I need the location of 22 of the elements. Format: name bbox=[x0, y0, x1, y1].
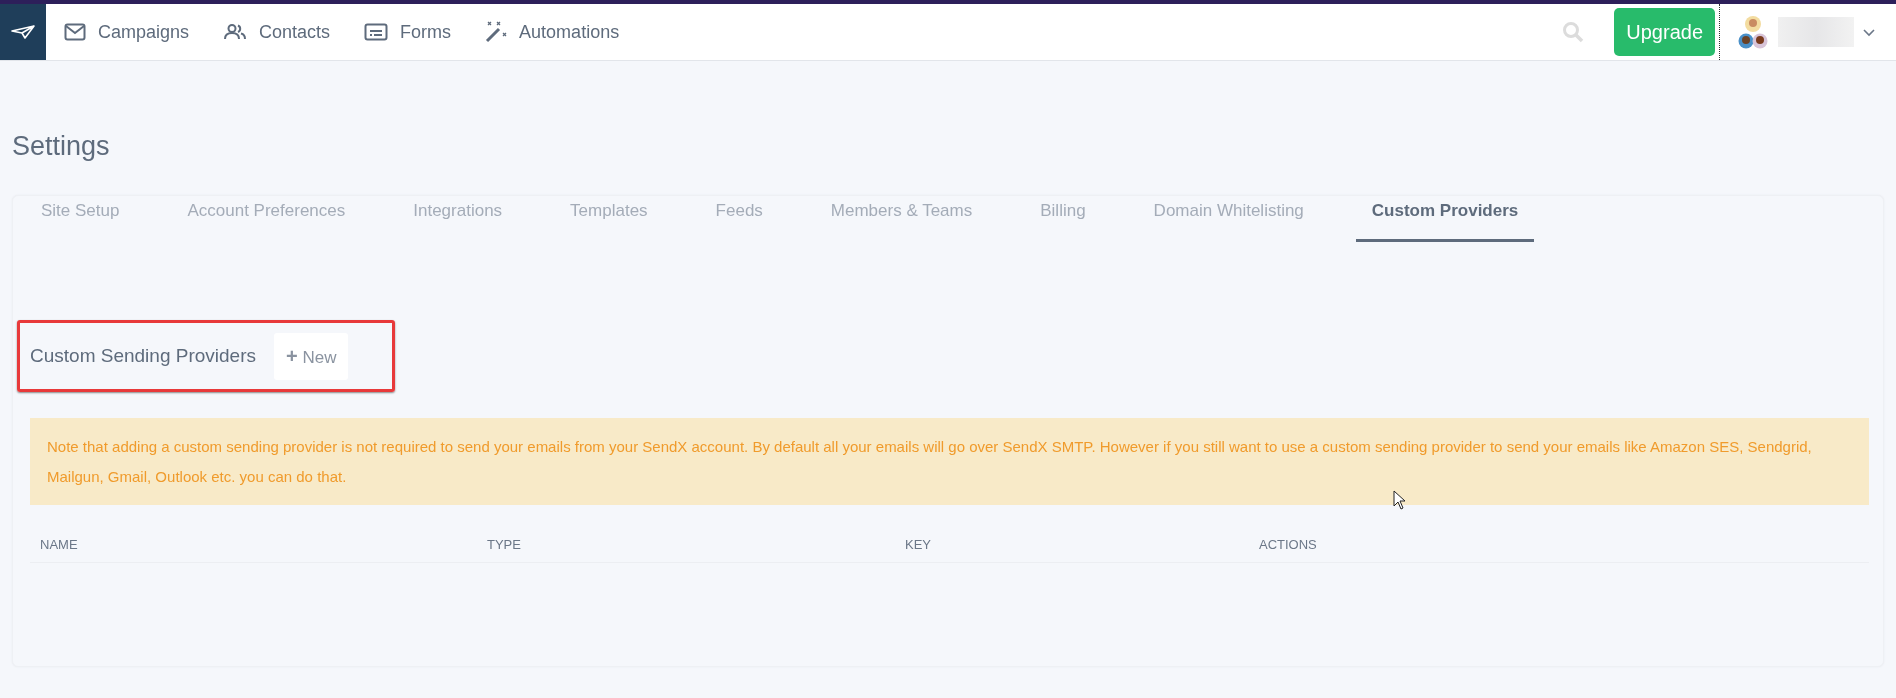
column-header: KEY bbox=[905, 537, 932, 552]
column-header: ACTIONS bbox=[1259, 537, 1318, 552]
nav-link[interactable]: Automations bbox=[485, 21, 620, 43]
section-title: Custom Sending Providers bbox=[30, 345, 256, 367]
upgrade-button[interactable]: Upgrade bbox=[1614, 8, 1715, 56]
nav-link[interactable]: Forms bbox=[364, 21, 452, 43]
settings-tab[interactable]: Integrations bbox=[413, 196, 503, 242]
new-button[interactable]: + New bbox=[274, 332, 349, 380]
settings-tab[interactable]: Custom Providers bbox=[1355, 196, 1535, 242]
info-note: Note that adding a custom sending provider is not required to send your emails from your SendX account. By default all your emails will go over SendX SMTP. However if you still want to use a custom sending provider to send your emails like Amazon SES, Sendgrid, Mailgun, Gmail, Outlook etc. you can do that. bbox=[30, 418, 1869, 505]
settings-tab[interactable]: Members & Teams bbox=[830, 196, 973, 242]
page-title: Settings bbox=[12, 130, 111, 163]
settings-tab[interactable]: Templates bbox=[570, 196, 648, 242]
settings-tab[interactable]: Billing bbox=[1040, 196, 1086, 242]
column-header: TYPE bbox=[487, 537, 522, 552]
settings-tab[interactable]: Feeds bbox=[715, 196, 763, 242]
settings-tab[interactable]: Site Setup bbox=[41, 196, 120, 242]
settings-tab[interactable]: Account Preferences bbox=[187, 196, 346, 242]
column-header: NAME bbox=[40, 537, 79, 552]
nav-link[interactable]: Contacts bbox=[223, 21, 331, 43]
nav-link[interactable]: Campaigns bbox=[64, 21, 190, 43]
settings-tab[interactable]: Domain Whitelisting bbox=[1153, 196, 1304, 242]
